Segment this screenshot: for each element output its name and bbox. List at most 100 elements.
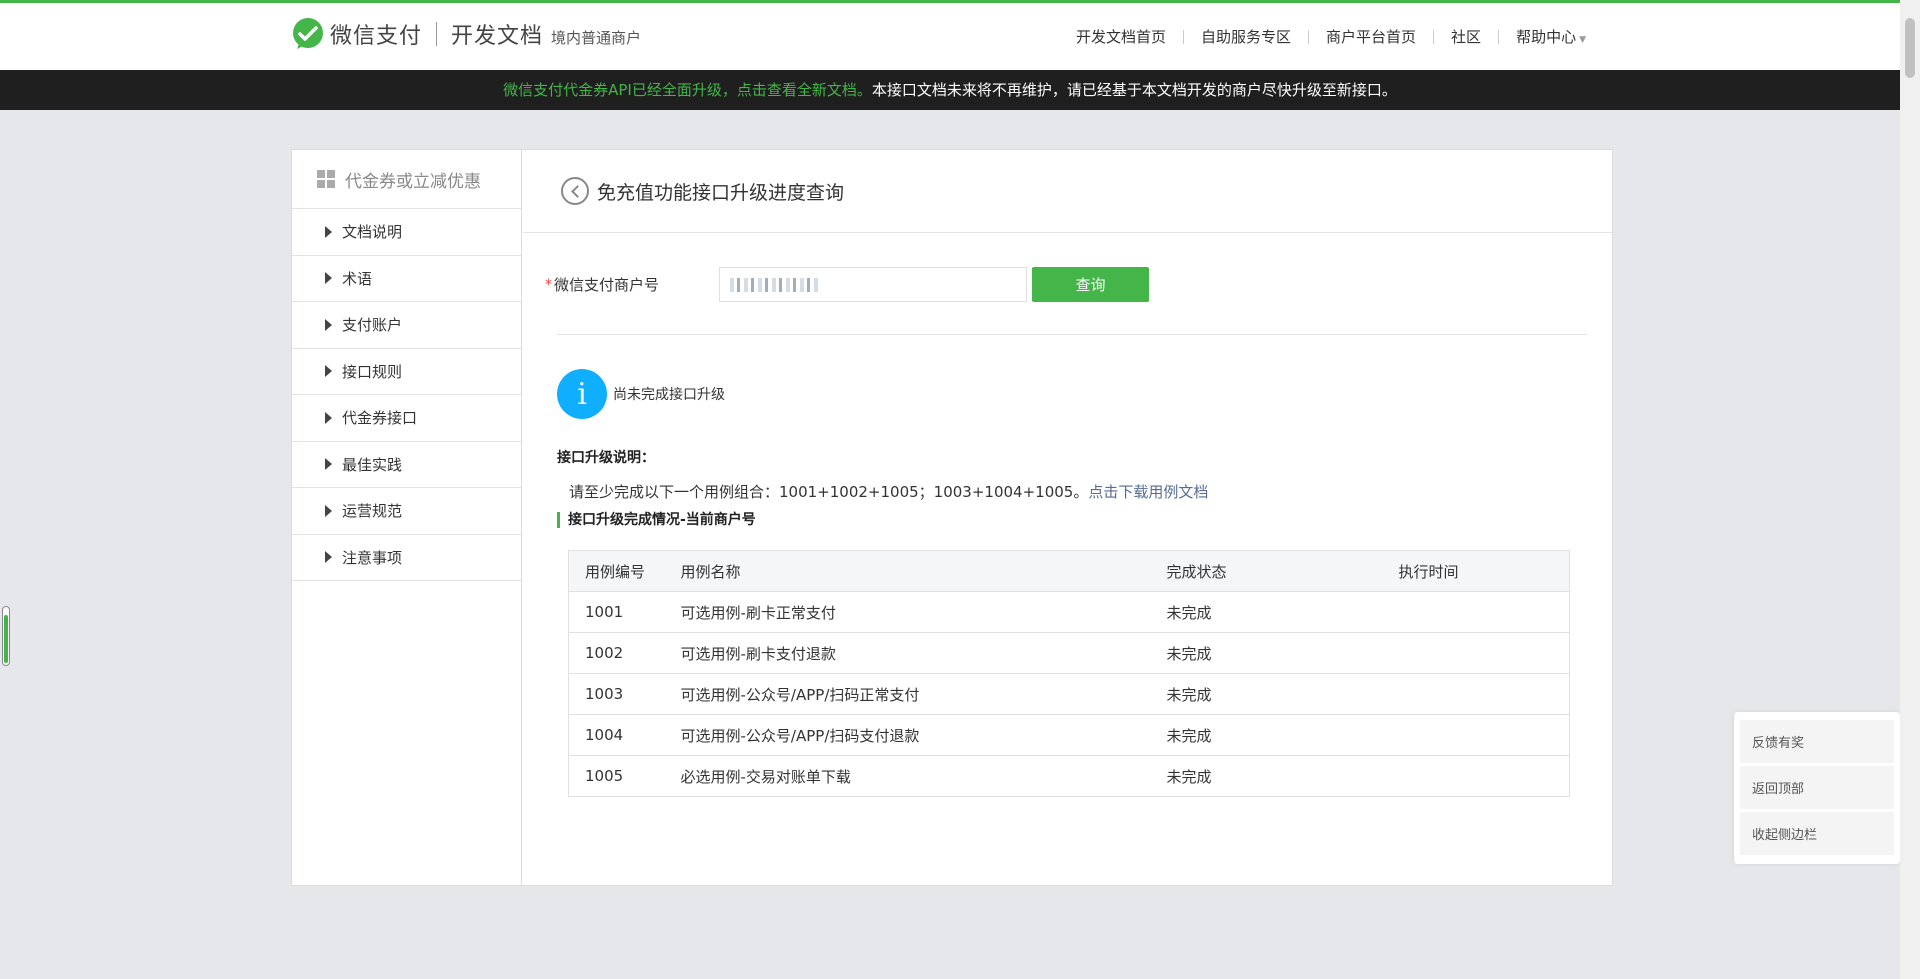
vertical-scrollbar[interactable] xyxy=(1900,0,1920,979)
status-text: 尚未完成接口升级 xyxy=(613,387,725,403)
header: 微信支付 开发文档 境内普通商户 开发文档首页 自助服务专区 商户平台首页 社区… xyxy=(0,3,1900,70)
sidebar-item-label: 注意事项 xyxy=(342,548,403,567)
sidebar-item-label: 运营规范 xyxy=(342,502,403,521)
merchant-id-input[interactable] xyxy=(719,267,1027,302)
table-row: 1004 可选用例-公众号/APP/扫码支付退款 未完成 xyxy=(568,714,1570,756)
nav-divider xyxy=(1433,29,1435,44)
case-name: 可选用例-公众号/APP/扫码正常支付 xyxy=(664,673,1151,715)
merchant-id-form: * 微信支付商户号 查询 xyxy=(545,267,1149,302)
sidebar: 代金券或立减优惠 文档说明 术语 支付账户 接口规则 代金券接口 最佳实践 运营… xyxy=(292,150,522,885)
nav-divider xyxy=(1183,29,1185,44)
doc-title: 开发文档 xyxy=(451,24,544,49)
side-drag-handle[interactable] xyxy=(2,606,10,666)
nav-divider xyxy=(1498,29,1500,44)
sidebar-title: 代金券或立减优惠 xyxy=(345,171,481,192)
triangle-right-icon xyxy=(325,551,332,564)
info-icon: i xyxy=(557,369,607,419)
case-id: 1001 xyxy=(568,591,665,633)
required-mark: * xyxy=(545,276,552,293)
back-circle-icon[interactable] xyxy=(561,177,589,205)
logo[interactable]: 微信支付 开发文档 境内普通商户 xyxy=(291,17,641,51)
sidebar-item-label: 文档说明 xyxy=(342,223,403,242)
sidebar-header: 代金券或立减优惠 xyxy=(292,150,521,209)
page-title: 免充值功能接口升级进度查询 xyxy=(597,181,845,204)
table-row: 1002 可选用例-刷卡支付退款 未完成 xyxy=(568,632,1570,674)
sidebar-item-terms[interactable]: 术语 xyxy=(292,256,521,302)
triangle-right-icon xyxy=(325,272,332,285)
section-title: 接口升级完成情况-当前商户号 xyxy=(557,512,756,528)
query-button[interactable]: 查询 xyxy=(1032,267,1149,302)
nav-dev-docs-home[interactable]: 开发文档首页 xyxy=(1076,26,1166,47)
case-name: 必选用例-交易对账单下载 xyxy=(664,755,1151,797)
nav-self-service[interactable]: 自助服务专区 xyxy=(1201,26,1291,47)
caret-down-icon: ▼ xyxy=(1579,35,1586,45)
sidebar-item-coupon-api[interactable]: 代金券接口 xyxy=(292,395,521,442)
sidebar-item-notes[interactable]: 注意事项 xyxy=(292,535,521,581)
doc-subtitle: 境内普通商户 xyxy=(551,28,642,47)
main-card: 代金券或立减优惠 文档说明 术语 支付账户 接口规则 代金券接口 最佳实践 运营… xyxy=(291,149,1613,886)
sidebar-item-label: 术语 xyxy=(342,269,373,288)
download-case-doc-link[interactable]: 点击下载用例文档 xyxy=(1088,483,1208,501)
nav-divider xyxy=(1308,29,1310,44)
case-status: 未完成 xyxy=(1150,632,1383,674)
redacted-merchant-id xyxy=(730,278,820,292)
case-id: 1005 xyxy=(568,755,665,797)
case-time xyxy=(1382,632,1570,674)
case-time xyxy=(1382,714,1570,756)
case-time xyxy=(1382,673,1570,715)
col-exec-time: 执行时间 xyxy=(1382,550,1570,592)
triangle-right-icon xyxy=(325,365,332,378)
notice-banner: 微信支付代金券API已经全面升级，点击查看全新文档。本接口文档未来将不再维护，请… xyxy=(0,70,1900,110)
nav-help-center[interactable]: 帮助中心 ▼ xyxy=(1516,26,1586,47)
sidebar-item-operation-spec[interactable]: 运营规范 xyxy=(292,488,521,535)
sidebar-item-doc-intro[interactable]: 文档说明 xyxy=(292,209,521,256)
triangle-right-icon xyxy=(325,318,332,331)
sidebar-item-best-practice[interactable]: 最佳实践 xyxy=(292,442,521,488)
triangle-right-icon xyxy=(325,411,332,424)
case-time xyxy=(1382,755,1570,797)
content: 免充值功能接口升级进度查询 * 微信支付商户号 查询 i 尚未完成接口升级 接口… xyxy=(523,150,1612,885)
nav-community[interactable]: 社区 xyxy=(1451,26,1481,47)
back-to-top-button[interactable]: 返回顶部 xyxy=(1740,766,1894,809)
banner-new-docs-link[interactable]: 微信支付代金券API已经全面升级，点击查看全新文档。 xyxy=(503,81,872,99)
scrollbar-thumb[interactable] xyxy=(1905,18,1915,78)
upgrade-title: 接口升级说明： xyxy=(557,450,655,466)
collapse-sidebar-button[interactable]: 收起侧边栏 xyxy=(1740,812,1894,855)
merchant-id-label: 微信支付商户号 xyxy=(554,276,660,294)
sidebar-item-label: 接口规则 xyxy=(342,362,403,381)
feedback-button[interactable]: 反馈有奖 xyxy=(1740,720,1894,763)
case-name: 可选用例-刷卡支付退款 xyxy=(664,632,1151,674)
brand-name: 微信支付 xyxy=(330,24,423,49)
nav-merchant-platform[interactable]: 商户平台首页 xyxy=(1326,26,1416,47)
col-case-name: 用例名称 xyxy=(664,550,1151,592)
logo-divider xyxy=(436,22,438,46)
upgrade-description: 请至少完成以下一个用例组合：1001+1002+1005；1003+1004+1… xyxy=(569,481,1208,502)
case-status: 未完成 xyxy=(1150,673,1383,715)
top-nav: 开发文档首页 自助服务专区 商户平台首页 社区 帮助中心 ▼ xyxy=(1076,26,1586,47)
case-name: 可选用例-刷卡正常支付 xyxy=(664,591,1151,633)
upgrade-desc-text: 请至少完成以下一个用例组合：1001+1002+1005；1003+1004+1… xyxy=(569,483,1089,501)
col-status: 完成状态 xyxy=(1150,550,1383,592)
table-row: 1005 必选用例-交易对账单下载 未完成 xyxy=(568,755,1570,797)
sidebar-item-api-rules[interactable]: 接口规则 xyxy=(292,349,521,395)
col-case-id: 用例编号 xyxy=(568,550,665,592)
case-time xyxy=(1382,591,1570,633)
triangle-right-icon xyxy=(325,458,332,471)
table-row: 1003 可选用例-公众号/APP/扫码正常支付 未完成 xyxy=(568,673,1570,715)
triangle-right-icon xyxy=(325,504,332,517)
nav-help-center-label: 帮助中心 xyxy=(1516,28,1577,46)
banner-text: 本接口文档未来将不再维护，请已经基于本文档开发的商户尽快升级至新接口。 xyxy=(871,81,1397,99)
sidebar-item-label: 代金券接口 xyxy=(342,409,418,428)
case-status: 未完成 xyxy=(1150,591,1383,633)
triangle-right-icon xyxy=(325,225,332,238)
grid-icon xyxy=(317,170,335,188)
case-id: 1002 xyxy=(568,632,665,674)
sidebar-item-pay-account[interactable]: 支付账户 xyxy=(292,302,521,349)
floating-panel: 反馈有奖 返回顶部 收起侧边栏 xyxy=(1734,712,1900,864)
upgrade-status: i 尚未完成接口升级 xyxy=(557,369,725,419)
page-header: 免充值功能接口升级进度查询 xyxy=(523,150,1612,233)
case-status: 未完成 xyxy=(1150,714,1383,756)
sidebar-item-label: 支付账户 xyxy=(342,316,403,335)
case-status: 未完成 xyxy=(1150,755,1383,797)
wechat-logo-icon xyxy=(293,18,323,49)
